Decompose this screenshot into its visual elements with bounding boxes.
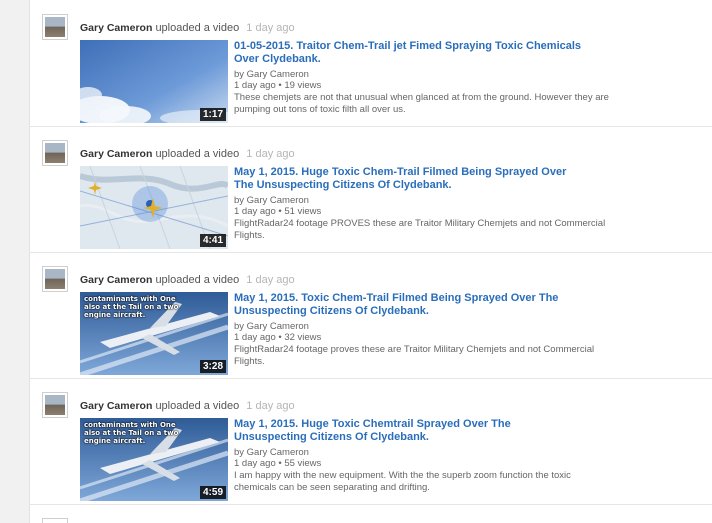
uploader-line: Gary Cameron uploaded a video 1 day ago	[80, 148, 295, 160]
avatar[interactable]	[42, 14, 68, 40]
thumbnail-caption: contaminants with One also at the Tail o…	[84, 295, 179, 319]
uploader-name[interactable]: Gary Cameron	[80, 400, 152, 412]
video-byline: by Gary Cameron	[234, 447, 309, 458]
video-byline: by Gary Cameron	[234, 195, 309, 206]
uploader-action: uploaded a video	[155, 22, 240, 34]
video-description: I am happy with the new equipment. With …	[234, 470, 571, 493]
video-byline: by Gary Cameron	[234, 321, 309, 332]
video-details: 01-05-2015. Traitor Chem-Trail jet Fimed…	[234, 40, 614, 115]
uploader-name[interactable]: Gary Cameron	[80, 22, 152, 34]
video-thumbnail[interactable]: 1:17	[80, 40, 228, 123]
video-meta: 1 day ago • 51 views	[234, 206, 322, 217]
video-details: May 1, 2015. Huge Toxic Chem-Trail Filme…	[234, 166, 614, 241]
video-duration: 1:17	[199, 108, 226, 121]
uploader-name[interactable]: Gary Cameron	[80, 274, 152, 286]
avatar[interactable]	[42, 392, 68, 418]
feed-item: Gary Cameron uploaded a video 1 day ago	[29, 252, 712, 379]
video-title-link[interactable]: May 1, 2015. Huge Toxic Chem-Trail Filme…	[234, 166, 584, 192]
avatar[interactable]	[42, 140, 68, 166]
video-meta: 1 day ago • 32 views	[234, 332, 322, 343]
upload-time: 1 day ago	[246, 22, 295, 34]
video-title-link[interactable]: May 1, 2015. Toxic Chem-Trail Filmed Bei…	[234, 292, 584, 318]
video-duration: 3:28	[199, 360, 226, 373]
feed-item: Gary Cameron uploaded a video 1 day ago …	[29, 126, 712, 253]
video-description: These chemjets are not that unusual when…	[234, 92, 609, 115]
video-duration: 4:59	[199, 486, 226, 499]
uploader-action: uploaded a video	[155, 148, 240, 160]
activity-feed: Gary Cameron uploaded a video 1 day ago	[29, 0, 712, 523]
video-meta: 1 day ago • 55 views	[234, 458, 322, 469]
upload-time: 1 day ago	[246, 274, 295, 286]
video-description: FlightRadar24 footage proves these are T…	[234, 344, 595, 367]
video-details: May 1, 2015. Toxic Chem-Trail Filmed Bei…	[234, 292, 614, 367]
video-description: FlightRadar24 footage PROVES these are T…	[234, 218, 606, 241]
video-details: May 1, 2015. Huge Toxic Chemtrail Spraye…	[234, 418, 614, 493]
feed-item: Gary Cameron uploaded a video 1 day ago	[29, 0, 712, 127]
uploader-line: Gary Cameron uploaded a video 1 day ago	[80, 22, 295, 34]
left-gutter	[0, 0, 30, 523]
video-thumbnail[interactable]: contaminants with One also at the Tail o…	[80, 292, 228, 375]
video-meta: 1 day ago • 19 views	[234, 80, 322, 91]
avatar[interactable]	[42, 518, 68, 523]
feed-item: Gary Cameron uploaded a video 1 day ago	[29, 378, 712, 505]
avatar[interactable]	[42, 266, 68, 292]
video-duration: 4:41	[199, 234, 226, 247]
uploader-action: uploaded a video	[155, 400, 240, 412]
uploader-name[interactable]: Gary Cameron	[80, 148, 152, 160]
video-byline: by Gary Cameron	[234, 69, 309, 80]
uploader-line: Gary Cameron uploaded a video 1 day ago	[80, 274, 295, 286]
upload-time: 1 day ago	[246, 148, 295, 160]
video-title-link[interactable]: 01-05-2015. Traitor Chem-Trail jet Fimed…	[234, 40, 584, 66]
video-thumbnail[interactable]: contaminants with One also at the Tail o…	[80, 418, 228, 501]
uploader-line: Gary Cameron uploaded a video 1 day ago	[80, 400, 295, 412]
uploader-action: uploaded a video	[155, 274, 240, 286]
video-title-link[interactable]: May 1, 2015. Huge Toxic Chemtrail Spraye…	[234, 418, 584, 444]
upload-time: 1 day ago	[246, 400, 295, 412]
thumbnail-caption: contaminants with One also at the Tail o…	[84, 421, 179, 445]
video-thumbnail[interactable]: 4:41	[80, 166, 228, 249]
